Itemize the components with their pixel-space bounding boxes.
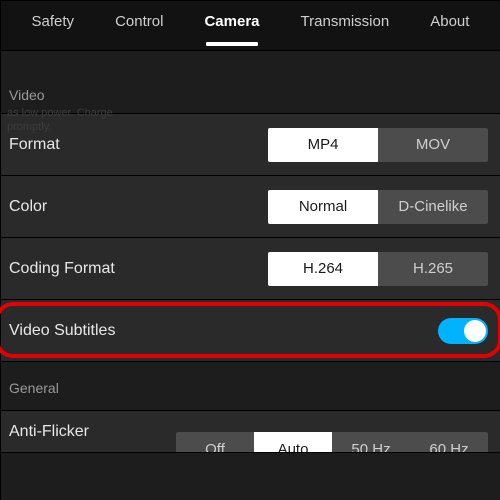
tab-about[interactable]: About xyxy=(428,7,471,44)
row-subtitles-label: Video Subtitles xyxy=(9,322,115,340)
coding-segmented[interactable]: H.264 H.265 xyxy=(268,252,488,286)
anti-flicker-segmented[interactable]: Off Auto 50 Hz 60 Hz xyxy=(176,432,488,453)
row-anti-flicker: Anti-Flicker Off Auto 50 Hz 60 Hz xyxy=(1,411,500,453)
tab-transmission[interactable]: Transmission xyxy=(299,7,392,44)
format-segmented[interactable]: MP4 MOV xyxy=(268,128,488,162)
section-video: Video xyxy=(1,51,500,114)
color-option-normal[interactable]: Normal xyxy=(268,190,378,224)
coding-option-h265[interactable]: H.265 xyxy=(378,252,488,286)
subtitles-toggle[interactable] xyxy=(438,318,488,344)
row-anti-flicker-label: Anti-Flicker xyxy=(9,423,89,441)
row-format: Format MP4 MOV xyxy=(1,114,500,176)
row-video-subtitles: Video Subtitles xyxy=(1,300,500,362)
tab-control[interactable]: Control xyxy=(113,7,165,44)
color-segmented[interactable]: Normal D-Cinelike xyxy=(268,190,488,224)
format-option-mov[interactable]: MOV xyxy=(378,128,488,162)
format-option-mp4[interactable]: MP4 xyxy=(268,128,378,162)
anti-flicker-option-50hz[interactable]: 50 Hz xyxy=(332,432,410,453)
color-option-dcinelike[interactable]: D-Cinelike xyxy=(378,190,488,224)
anti-flicker-option-off[interactable]: Off xyxy=(176,432,254,453)
row-format-label: Format xyxy=(9,136,60,154)
tab-camera[interactable]: Camera xyxy=(202,7,261,44)
row-coding-label: Coding Format xyxy=(9,260,115,278)
row-color-label: Color xyxy=(9,198,47,216)
anti-flicker-option-auto[interactable]: Auto xyxy=(254,432,332,453)
row-color: Color Normal D-Cinelike xyxy=(1,176,500,238)
row-coding: Coding Format H.264 H.265 xyxy=(1,238,500,300)
coding-option-h264[interactable]: H.264 xyxy=(268,252,378,286)
settings-tabs: Safety Control Camera Transmission About xyxy=(1,1,500,51)
anti-flicker-option-60hz[interactable]: 60 Hz xyxy=(410,432,488,453)
toggle-knob xyxy=(464,320,486,342)
tab-safety[interactable]: Safety xyxy=(30,7,77,44)
section-general: General xyxy=(1,362,500,411)
